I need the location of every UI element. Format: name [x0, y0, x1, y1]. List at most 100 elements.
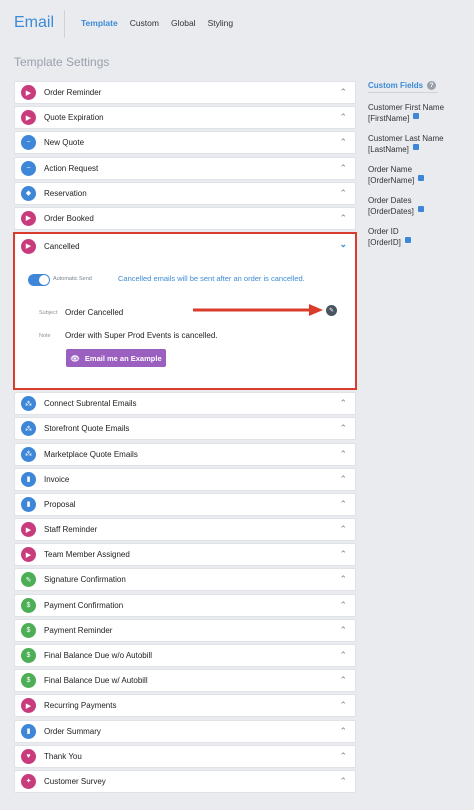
- template-row[interactable]: ▶ Quote Expiration ⌃: [14, 106, 356, 130]
- template-label: Marketplace Quote Emails: [44, 449, 138, 459]
- document-icon: ▮: [21, 496, 36, 512]
- template-row[interactable]: ▶ Order Reminder ⌃: [14, 81, 356, 104]
- chevron-up-icon[interactable]: ⌃: [339, 112, 347, 123]
- play-icon: ▶: [21, 85, 36, 100]
- chevron-up-icon[interactable]: ⌃: [339, 650, 347, 661]
- chevron-up-icon[interactable]: ⌃: [339, 499, 347, 510]
- template-row[interactable]: ▮ Proposal ⌃: [14, 492, 356, 516]
- template-row[interactable]: ♥ Thank You ⌃: [14, 744, 356, 768]
- edit-subject-button[interactable]: ✎: [326, 305, 337, 317]
- template-row[interactable]: $ Payment Confirmation ⌃: [14, 593, 356, 617]
- template-label: Quote Expiration: [44, 113, 104, 123]
- custom-fields-title: Custom Fields ?: [368, 81, 438, 93]
- help-icon[interactable]: ?: [427, 81, 437, 90]
- custom-field: Order ID [OrderID]: [368, 226, 468, 248]
- chevron-up-icon[interactable]: ⌃: [339, 213, 347, 224]
- play-icon: ▶: [21, 110, 36, 126]
- tab-template[interactable]: Template: [81, 18, 118, 28]
- tab-custom[interactable]: Custom: [130, 18, 159, 28]
- top-bar: Email Template Custom Global Styling: [0, 0, 474, 46]
- template-row[interactable]: ✦ Customer Survey ⌃: [14, 769, 356, 793]
- chevron-up-icon[interactable]: ⌃: [339, 726, 347, 737]
- copy-icon[interactable]: [417, 206, 424, 212]
- template-row[interactable]: ◆ Reservation ⌃: [14, 181, 356, 205]
- minus-circle-icon: −: [21, 135, 36, 151]
- copy-icon[interactable]: [413, 113, 420, 119]
- template-row[interactable]: − Action Request ⌃: [14, 156, 356, 180]
- template-row[interactable]: ⁂ Connect Subrental Emails ⌃: [14, 392, 356, 416]
- play-icon: ▶: [21, 238, 36, 254]
- chevron-up-icon[interactable]: ⌃: [339, 163, 347, 174]
- template-label: Customer Survey: [44, 776, 106, 786]
- custom-field: Order Name [OrderName]: [368, 164, 468, 186]
- chevron-up-icon[interactable]: ⌃: [339, 87, 347, 98]
- template-label: Payment Reminder: [44, 625, 113, 635]
- template-row[interactable]: ▶ Recurring Payments ⌃: [14, 694, 356, 718]
- template-row-cancelled-header[interactable]: ▶ Cancelled ⌄: [15, 234, 355, 258]
- template-row[interactable]: $ Final Balance Due w/o Autobill ⌃: [14, 644, 356, 667]
- copy-icon[interactable]: [404, 237, 411, 243]
- document-icon: ▮: [21, 471, 36, 487]
- template-row[interactable]: ▮ Invoice ⌃: [14, 467, 356, 491]
- automatic-send-label: Automatic Send: [53, 276, 92, 283]
- chevron-up-icon[interactable]: ⌃: [339, 625, 347, 636]
- section-title: Template Settings: [14, 55, 110, 69]
- red-arrow-annotation: [193, 304, 323, 317]
- app-title: Email: [14, 14, 55, 31]
- email-example-button[interactable]: 👁 Email me an Example: [66, 349, 166, 368]
- template-row[interactable]: − New Quote ⌃: [14, 131, 356, 155]
- copy-icon[interactable]: [412, 144, 419, 150]
- copy-icon[interactable]: [418, 175, 425, 181]
- template-label: Final Balance Due w/ Autobill: [44, 676, 148, 686]
- chevron-up-icon[interactable]: ⌃: [339, 675, 347, 686]
- chevron-up-icon[interactable]: ⌃: [339, 524, 347, 535]
- custom-field-name: Customer Last Name: [368, 134, 444, 143]
- template-row[interactable]: $ Payment Reminder ⌃: [14, 618, 356, 642]
- email-example-label: Email me an Example: [84, 353, 162, 363]
- template-row[interactable]: $ Final Balance Due w/ Autobill ⌃: [14, 669, 356, 693]
- template-row[interactable]: ✎ Signature Confirmation ⌃: [14, 568, 356, 592]
- chevron-up-icon[interactable]: ⌃: [339, 600, 347, 611]
- custom-field-name: Order Name: [368, 165, 413, 174]
- chevron-up-icon[interactable]: ⌃: [339, 700, 347, 711]
- eye-icon: 👁: [70, 353, 80, 363]
- template-row[interactable]: ⁂ Storefront Quote Emails ⌃: [14, 417, 356, 441]
- network-icon: ⁂: [21, 421, 36, 437]
- chevron-up-icon[interactable]: ⌃: [339, 474, 347, 485]
- custom-fields-panel: Custom Fields ? Customer First Name [Firs…: [368, 81, 468, 248]
- header-divider: [64, 10, 65, 38]
- custom-field-token: [OrderDates]: [368, 206, 468, 217]
- chevron-up-icon[interactable]: ⌃: [339, 574, 347, 585]
- chevron-up-icon[interactable]: ⌃: [339, 549, 347, 560]
- chevron-up-icon[interactable]: ⌃: [339, 776, 347, 787]
- template-row[interactable]: ⁂ Marketplace Quote Emails ⌃: [14, 442, 356, 466]
- template-label: Action Request: [44, 163, 99, 173]
- chevron-up-icon[interactable]: ⌃: [339, 398, 347, 409]
- template-row[interactable]: ▶ Order Booked ⌃: [14, 206, 356, 230]
- chevron-up-icon[interactable]: ⌃: [339, 137, 347, 148]
- template-label: Thank You: [44, 751, 82, 761]
- pen-icon: ✎: [21, 572, 36, 588]
- template-label: Invoice: [44, 474, 70, 484]
- template-row-cancelled-expanded: ▶ Cancelled ⌄ Automatic Send Cancelled e…: [13, 232, 357, 391]
- chevron-up-icon[interactable]: ⌃: [339, 751, 347, 762]
- chevron-down-icon[interactable]: ⌄: [339, 239, 347, 250]
- template-label: New Quote: [44, 138, 85, 148]
- chevron-up-icon[interactable]: ⌃: [339, 449, 347, 460]
- dollar-icon: $: [21, 648, 36, 663]
- template-row[interactable]: ▶ Team Member Assigned ⌃: [14, 543, 356, 567]
- dollar-icon: $: [21, 622, 36, 638]
- template-row[interactable]: ▶ Staff Reminder ⌃: [14, 518, 356, 542]
- chevron-up-icon[interactable]: ⌃: [339, 188, 347, 199]
- custom-field-token: [LastName]: [368, 144, 468, 155]
- template-row[interactable]: ▮ Order Summary ⌃: [14, 719, 356, 743]
- heart-icon: ♥: [21, 748, 36, 764]
- custom-field-token: [FirstName]: [368, 113, 468, 124]
- play-icon: ▶: [21, 210, 36, 226]
- tab-global[interactable]: Global: [171, 18, 196, 28]
- automatic-send-toggle[interactable]: [28, 274, 50, 287]
- tab-styling[interactable]: Styling: [208, 18, 234, 28]
- template-label: Storefront Quote Emails: [44, 424, 130, 434]
- custom-field-token: [OrderName]: [368, 175, 468, 186]
- chevron-up-icon[interactable]: ⌃: [339, 423, 347, 434]
